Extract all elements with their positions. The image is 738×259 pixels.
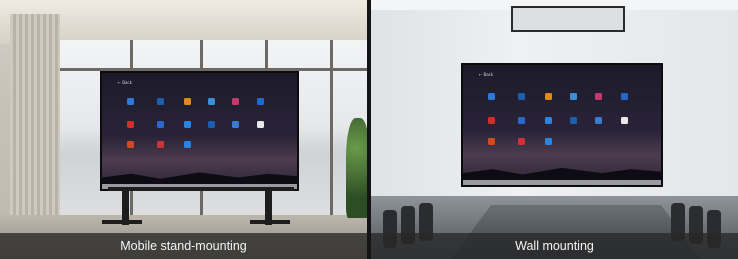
app-icon xyxy=(518,93,525,100)
screen-wallpaper xyxy=(102,73,297,189)
wall-mount-panel: ← Back Wall mounting xyxy=(371,0,738,259)
app-icon xyxy=(184,121,191,128)
app-icon xyxy=(157,141,164,148)
app-icon xyxy=(595,117,602,124)
panel-caption: Mobile stand-mounting xyxy=(0,233,367,259)
screen-wallpaper xyxy=(463,65,661,185)
app-icon xyxy=(157,121,164,128)
app-icon xyxy=(127,121,134,128)
app-icon xyxy=(232,98,239,105)
app-icon xyxy=(545,117,552,124)
app-icon xyxy=(257,98,264,105)
app-icon xyxy=(127,141,134,148)
screen-header: ← Back xyxy=(478,72,494,78)
app-icon xyxy=(184,98,191,105)
stand-foot xyxy=(250,220,290,224)
app-icon xyxy=(545,138,552,145)
app-icon xyxy=(232,121,239,128)
app-icon xyxy=(595,93,602,100)
app-icon xyxy=(208,121,215,128)
app-icon xyxy=(545,93,552,100)
app-icon xyxy=(208,98,215,105)
app-icon xyxy=(488,117,495,124)
panel-caption: Wall mounting xyxy=(371,233,738,259)
screen-header: ← Back xyxy=(117,79,132,85)
mobile-stand-panel: ← Back Mobile stand-mounting xyxy=(0,0,367,259)
app-icon xyxy=(157,98,164,105)
tv-screen: ← Back xyxy=(461,63,663,187)
plant xyxy=(346,118,367,218)
app-icon xyxy=(518,138,525,145)
tv-screen: ← Back xyxy=(100,71,299,191)
stand-foot xyxy=(102,220,142,224)
app-icon xyxy=(621,93,628,100)
app-icon xyxy=(570,93,577,100)
app-icon xyxy=(570,117,577,124)
ceiling-lamp xyxy=(511,6,625,32)
app-icon xyxy=(621,117,628,124)
app-icon xyxy=(127,98,134,105)
screen-bottom-bar xyxy=(463,180,661,185)
app-icon xyxy=(184,141,191,148)
app-icon xyxy=(488,138,495,145)
app-icon xyxy=(257,121,264,128)
app-icon xyxy=(518,117,525,124)
app-icon xyxy=(488,93,495,100)
window-blind xyxy=(10,14,60,224)
